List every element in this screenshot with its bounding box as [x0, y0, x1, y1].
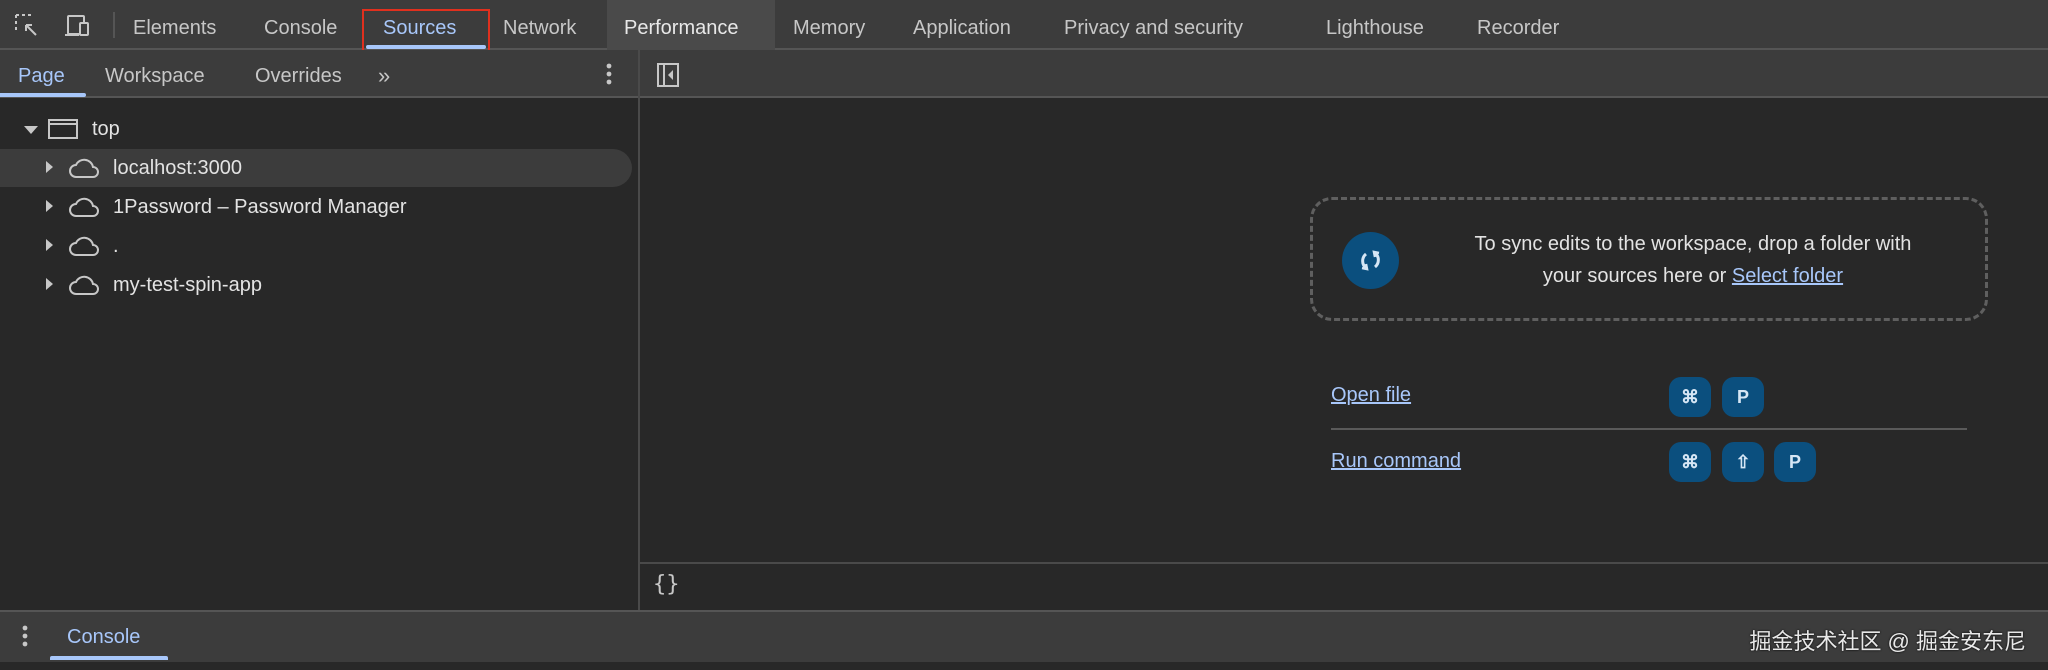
active-subtab-indicator: [0, 93, 86, 97]
collapsed-arrow-icon[interactable]: [46, 161, 53, 173]
tab-application[interactable]: Application: [913, 0, 1011, 50]
open-file-link[interactable]: Open file: [1331, 384, 1411, 407]
tree-item[interactable]: 1Password – Password Manager: [0, 188, 632, 226]
tab-network[interactable]: Network: [503, 0, 576, 50]
tab-workspace[interactable]: Workspace: [105, 50, 205, 98]
highlight-box: [362, 9, 490, 56]
key-shift: ⇧: [1722, 442, 1764, 482]
tab-lighthouse[interactable]: Lighthouse: [1326, 0, 1424, 50]
cloud-icon: [69, 275, 99, 295]
editor-footer-divider: [640, 562, 2048, 564]
workspace-message-text: your sources here or: [1542, 265, 1727, 287]
drawer-toolbar: Console 掘金技术社区 @ 掘金安东尼: [0, 610, 2048, 662]
device-toolbar-icon[interactable]: [64, 13, 92, 39]
collapsed-arrow-icon[interactable]: [46, 239, 53, 251]
key-p: P: [1774, 442, 1816, 482]
shortcut-divider: [1331, 428, 1967, 430]
drawer-tab-console[interactable]: Console: [67, 626, 140, 649]
toggle-navigator-icon[interactable]: [656, 62, 680, 88]
drawer-menu-icon[interactable]: [21, 624, 29, 648]
workspace-message-line1: To sync edits to the workspace, drop a f…: [1474, 233, 1912, 255]
panel-divider[interactable]: [638, 50, 640, 610]
toolbar-divider: [113, 12, 115, 38]
workspace-message: To sync edits to the workspace, drop a f…: [1423, 228, 1963, 292]
tree-item[interactable]: localhost:3000: [0, 149, 632, 187]
inspect-element-icon[interactable]: [14, 13, 40, 39]
cloud-icon: [69, 236, 99, 256]
key-cmd: ⌘: [1669, 377, 1711, 417]
expanded-arrow-icon[interactable]: [24, 126, 38, 134]
cloud-icon: [69, 197, 99, 217]
tab-recorder[interactable]: Recorder: [1477, 0, 1559, 50]
frame-icon: [48, 119, 78, 139]
tree-item[interactable]: .: [0, 227, 632, 265]
main-toolbar: Elements Console Sources Network Perform…: [0, 0, 2048, 56]
drawer-active-indicator: [50, 656, 168, 660]
navigator-toolbar: Page Workspace Overrides »: [0, 50, 2048, 98]
watermark: 掘金技术社区 @ 掘金安东尼: [1749, 629, 2026, 654]
select-folder-link[interactable]: Select folder: [1732, 265, 1843, 287]
pretty-print-icon[interactable]: {}: [653, 572, 680, 597]
sync-icon: [1342, 232, 1399, 289]
tab-performance[interactable]: Performance: [624, 0, 739, 50]
key-p: P: [1722, 377, 1764, 417]
cloud-icon: [69, 158, 99, 178]
collapsed-arrow-icon[interactable]: [46, 200, 53, 212]
tree-label: top: [92, 118, 120, 140]
tree-label: my-test-spin-app: [113, 274, 262, 296]
tab-privacy-security[interactable]: Privacy and security: [1064, 0, 1243, 50]
workspace-drop-zone[interactable]: To sync edits to the workspace, drop a f…: [1310, 197, 1988, 321]
run-command-link[interactable]: Run command: [1331, 450, 1461, 473]
tab-console[interactable]: Console: [264, 0, 337, 50]
key-cmd: ⌘: [1669, 442, 1711, 482]
workspace-message-line2: your sources here or Select folder: [1423, 260, 1963, 292]
tree-label: localhost:3000: [113, 157, 242, 179]
tab-memory[interactable]: Memory: [793, 0, 865, 50]
more-options-icon[interactable]: [605, 62, 613, 86]
tree-label: .: [113, 235, 119, 257]
tree-item-top[interactable]: top: [0, 110, 632, 148]
more-tabs-chevron-icon[interactable]: »: [378, 50, 390, 98]
tab-overrides[interactable]: Overrides: [255, 50, 342, 98]
tree-label: 1Password – Password Manager: [113, 196, 407, 218]
tab-elements[interactable]: Elements: [133, 0, 216, 50]
tab-page[interactable]: Page: [18, 50, 65, 98]
collapsed-arrow-icon[interactable]: [46, 278, 53, 290]
tree-item[interactable]: my-test-spin-app: [0, 266, 632, 304]
